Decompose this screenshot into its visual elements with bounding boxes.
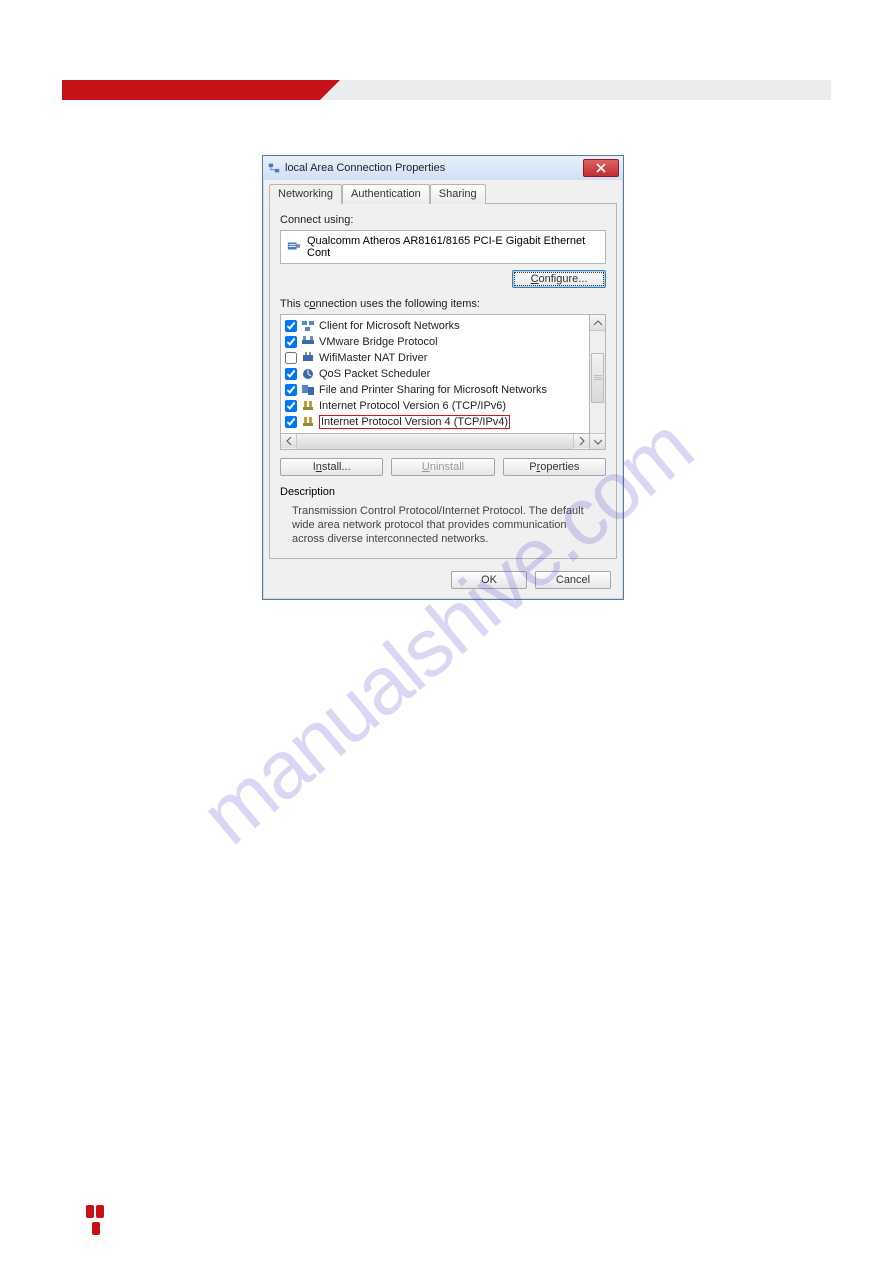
- chevron-up-icon: [594, 320, 602, 326]
- ok-button[interactable]: OK: [451, 571, 527, 589]
- list-item: Internet Protocol Version 6 (TCP/IPv6): [281, 398, 589, 414]
- description-group: Description Transmission Control Protoco…: [280, 486, 606, 546]
- protocol-icon: [301, 415, 315, 429]
- checkbox[interactable]: [285, 368, 297, 380]
- configure-label: onfigure...: [539, 273, 588, 285]
- checkbox[interactable]: [285, 400, 297, 412]
- tab-body: Connect using: Qualcomm Atheros AR8161/8…: [269, 203, 617, 559]
- cancel-button[interactable]: Cancel: [535, 571, 611, 589]
- adapter-box: Qualcomm Atheros AR8161/8165 PCI-E Gigab…: [280, 230, 606, 264]
- chevron-right-icon: [579, 437, 585, 445]
- vertical-scrollbar[interactable]: [589, 315, 605, 449]
- adapter-name: Qualcomm Atheros AR8161/8165 PCI-E Gigab…: [307, 235, 599, 259]
- brand-logo-icon: [86, 1205, 106, 1233]
- items-label: This connection uses the following items…: [280, 298, 606, 310]
- dialog-window: local Area Connection Properties Network…: [262, 155, 624, 600]
- driver-icon: [301, 351, 315, 365]
- close-button[interactable]: [583, 159, 619, 177]
- items-list[interactable]: Client for Microsoft Networks VMware Bri…: [281, 315, 589, 433]
- tab-sharing[interactable]: Sharing: [430, 184, 486, 204]
- description-text: Transmission Control Protocol/Internet P…: [280, 500, 606, 546]
- clients-icon: [301, 319, 315, 333]
- list-item: QoS Packet Scheduler: [281, 366, 589, 382]
- configure-button[interactable]: Configure...: [512, 270, 606, 288]
- item-label: QoS Packet Scheduler: [319, 368, 430, 380]
- list-item: Client for Microsoft Networks: [281, 318, 589, 334]
- item-label: File and Printer Sharing for Microsoft N…: [319, 384, 547, 396]
- scroll-thumb[interactable]: [591, 353, 604, 403]
- item-label: Client for Microsoft Networks: [319, 320, 460, 332]
- properties-button[interactable]: Properties: [503, 458, 606, 476]
- close-icon: [596, 163, 606, 173]
- install-button[interactable]: Install...: [280, 458, 383, 476]
- scheduler-icon: [301, 367, 315, 381]
- items-box: Client for Microsoft Networks VMware Bri…: [280, 314, 606, 450]
- list-item-selected: Internet Protocol Version 4 (TCP/IPv4): [281, 414, 589, 430]
- description-title: Description: [280, 486, 606, 498]
- list-item: WifiMaster NAT Driver: [281, 350, 589, 366]
- tab-networking[interactable]: Networking: [269, 184, 342, 204]
- header-accent: [62, 80, 320, 100]
- list-item: File and Printer Sharing for Microsoft N…: [281, 382, 589, 398]
- share-icon: [301, 383, 315, 397]
- title-bar[interactable]: local Area Connection Properties: [263, 156, 623, 180]
- horizontal-scrollbar[interactable]: [281, 433, 589, 449]
- scroll-left-button[interactable]: [281, 434, 297, 448]
- network-icon: [267, 161, 281, 175]
- title-text: local Area Connection Properties: [285, 162, 583, 174]
- connect-using-label: Connect using:: [280, 214, 606, 226]
- scroll-down-button[interactable]: [590, 433, 605, 449]
- checkbox[interactable]: [285, 352, 297, 364]
- item-label: VMware Bridge Protocol: [319, 336, 438, 348]
- uninstall-button[interactable]: Uninstall: [391, 458, 494, 476]
- chevron-down-icon: [594, 439, 602, 445]
- scroll-track[interactable]: [297, 434, 573, 449]
- checkbox[interactable]: [285, 416, 297, 428]
- scroll-right-button[interactable]: [573, 434, 589, 448]
- checkbox[interactable]: [285, 320, 297, 332]
- scroll-up-button[interactable]: [590, 315, 605, 331]
- bridge-icon: [301, 335, 315, 349]
- adapter-icon: [287, 239, 301, 256]
- list-item: VMware Bridge Protocol: [281, 334, 589, 350]
- checkbox[interactable]: [285, 384, 297, 396]
- scroll-track[interactable]: [590, 331, 605, 433]
- item-label: WifiMaster NAT Driver: [319, 352, 427, 364]
- item-label: Internet Protocol Version 6 (TCP/IPv6): [319, 400, 506, 412]
- tab-row: Networking Authentication Sharing: [269, 184, 617, 204]
- tab-authentication[interactable]: Authentication: [342, 184, 430, 204]
- item-label: Internet Protocol Version 4 (TCP/IPv4): [319, 415, 510, 429]
- chevron-left-icon: [286, 437, 292, 445]
- protocol-icon: [301, 399, 315, 413]
- checkbox[interactable]: [285, 336, 297, 348]
